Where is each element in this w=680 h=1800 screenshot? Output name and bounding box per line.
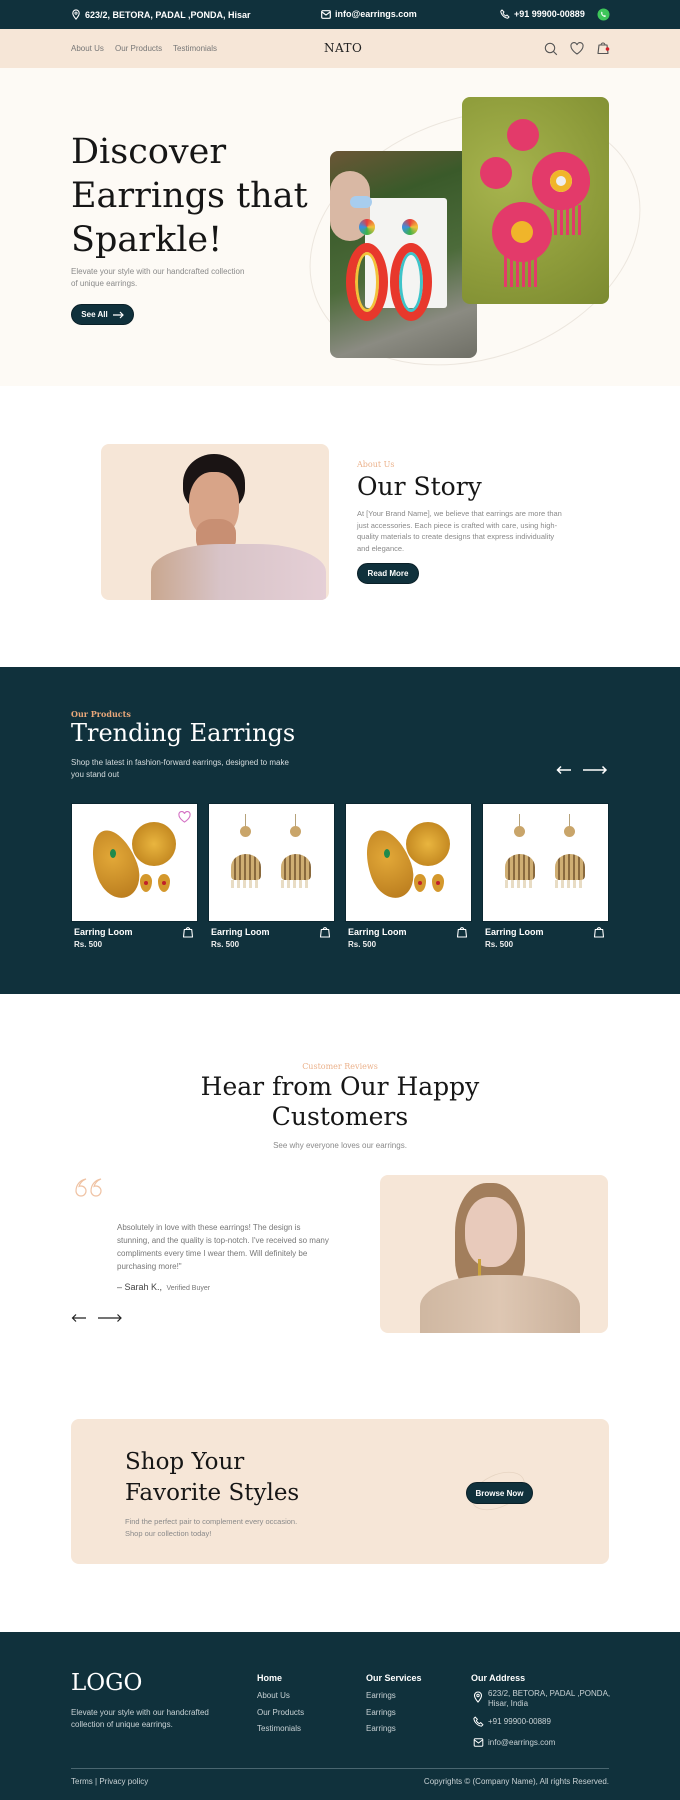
product-card[interactable]: Earring Loom Rs. 500: [482, 803, 609, 949]
cta-banner: Shop Your Favorite Styles Find the perfe…: [71, 1419, 609, 1564]
footer: LOGO Elevate your style with our handcra…: [0, 1632, 680, 1800]
footer-legal-links: Terms | Privacy policy: [71, 1777, 149, 1786]
mail-icon: [321, 9, 331, 19]
products-section: Our Products Trending Earrings Shop the …: [0, 667, 680, 994]
wishlist-heart-icon[interactable]: [178, 811, 191, 823]
reviews-subtitle: See why everyone loves our earrings.: [273, 1141, 407, 1150]
hero-image-beaded-earrings: [330, 151, 477, 358]
carousel-prev-arrow[interactable]: [556, 765, 572, 775]
hero-image-pink-earrings: [462, 97, 609, 304]
product-price: Rs. 500: [211, 940, 240, 949]
browse-now-button[interactable]: Browse Now: [466, 1482, 533, 1504]
heart-icon[interactable]: [570, 42, 584, 55]
add-to-cart-bag-icon[interactable]: [319, 925, 331, 938]
about-eyebrow: About Us: [357, 460, 395, 469]
product-card[interactable]: Earring Loom Rs. 500: [71, 803, 198, 949]
footer-col-home-heading: Home: [257, 1673, 283, 1683]
reviews-eyebrow: Customer Reviews: [302, 1062, 378, 1071]
phone-icon: [473, 1716, 484, 1727]
carousel-next-arrow[interactable]: [582, 765, 608, 775]
topbar-email[interactable]: info@earrings.com: [321, 9, 417, 19]
footer-link-testimonials[interactable]: Testimonials: [257, 1724, 301, 1733]
hero-subtitle: Elevate your style with our handcrafted …: [71, 267, 245, 288]
hero-section: Discover Earrings that Sparkle! Elevate …: [0, 68, 680, 386]
reviews-section: Customer Reviews Hear from Our Happy Cus…: [0, 994, 680, 1414]
nav-link-testimonials[interactable]: Testimonials: [173, 44, 217, 53]
footer-address: 623/2, BETORA, PADAL ,PONDA, Hisar, Indi…: [488, 1689, 611, 1708]
phone-icon: [500, 9, 510, 19]
about-section: About Us Our Story At [Your Brand Name],…: [0, 386, 680, 667]
review-prev-arrow[interactable]: [71, 1313, 87, 1323]
product-name[interactable]: Earring Loom: [74, 927, 133, 937]
product-name[interactable]: Earring Loom: [485, 927, 544, 937]
about-title: Our Story: [357, 472, 482, 501]
add-to-cart-bag-icon[interactable]: [593, 925, 605, 938]
search-icon[interactable]: [544, 42, 558, 56]
nav-link-products[interactable]: Our Products: [115, 44, 162, 53]
product-price: Rs. 500: [348, 940, 377, 949]
whatsapp-icon[interactable]: [597, 8, 610, 23]
product-name[interactable]: Earring Loom: [348, 927, 407, 937]
products-subtitle: Shop the latest in fashion-forward earri…: [71, 758, 289, 779]
hero-title: Discover Earrings that Sparkle!: [71, 132, 308, 260]
top-contact-bar: 623/2, BETORA, PADAL ,PONDA, Hisar info@…: [0, 0, 680, 29]
product-card[interactable]: Earring Loom Rs. 500: [208, 803, 335, 949]
mail-icon: [473, 1738, 484, 1747]
brand-logo[interactable]: NATO: [324, 41, 362, 55]
shopping-bag-icon[interactable]: [596, 40, 610, 55]
products-title: Trending Earrings: [71, 719, 296, 747]
cta-title: Shop Your Favorite Styles: [125, 1449, 300, 1506]
about-body: At [Your Brand Name], we believe that ea…: [357, 509, 562, 553]
product-image[interactable]: [208, 803, 335, 922]
add-to-cart-bag-icon[interactable]: [182, 925, 194, 938]
review-quote: Absolutely in love with these earrings! …: [117, 1223, 329, 1271]
topbar-address: 623/2, BETORA, PADAL ,PONDA, Hisar: [71, 9, 251, 20]
review-author: – Sarah K., Verified Buyer: [117, 1282, 211, 1292]
cart-badge: [605, 47, 610, 51]
product-image[interactable]: [71, 803, 198, 922]
product-name[interactable]: Earring Loom: [211, 927, 270, 937]
main-navigation: About Us Our Products Testimonials NATO: [0, 29, 680, 68]
footer-divider: [71, 1768, 609, 1769]
product-image[interactable]: [345, 803, 472, 922]
quote-mark-icon: [75, 1178, 102, 1197]
add-to-cart-bag-icon[interactable]: [456, 925, 468, 938]
privacy-policy-link[interactable]: Privacy policy: [99, 1777, 148, 1786]
location-pin-icon: [473, 1691, 483, 1703]
footer-col-services-heading: Our Services: [366, 1673, 422, 1683]
product-image[interactable]: [482, 803, 609, 922]
arrow-right-icon: [112, 311, 124, 318]
topbar-phone-text: +91 99900-00889: [514, 9, 585, 19]
product-price: Rs. 500: [74, 940, 103, 949]
cta-body: Find the perfect pair to complement ever…: [125, 1517, 298, 1538]
terms-link[interactable]: Terms: [71, 1777, 93, 1786]
about-image-model: [101, 444, 329, 600]
location-pin-icon: [72, 9, 80, 20]
footer-phone[interactable]: +91 99900-00889: [488, 1717, 551, 1726]
see-all-button[interactable]: See All: [71, 304, 134, 325]
footer-tagline: Elevate your style with our handcrafted …: [71, 1708, 209, 1729]
footer-col-address-heading: Our Address: [471, 1673, 526, 1683]
review-next-arrow[interactable]: [97, 1313, 123, 1323]
topbar-email-text: info@earrings.com: [335, 9, 417, 19]
footer-service-link[interactable]: Earrings: [366, 1708, 396, 1717]
reviews-title: Hear from Our Happy Customers: [200, 1072, 480, 1131]
footer-link-products[interactable]: Our Products: [257, 1708, 304, 1717]
topbar-address-text: 623/2, BETORA, PADAL ,PONDA, Hisar: [85, 9, 251, 20]
product-price: Rs. 500: [485, 940, 514, 949]
copyright: Copyrights © (Company Name), All rights …: [423, 1777, 609, 1786]
footer-email[interactable]: info@earrings.com: [488, 1738, 555, 1747]
footer-service-link[interactable]: Earrings: [366, 1724, 396, 1733]
read-more-button[interactable]: Read More: [357, 563, 419, 584]
footer-logo[interactable]: LOGO: [71, 1670, 142, 1696]
footer-service-link[interactable]: Earrings: [366, 1691, 396, 1700]
product-card[interactable]: Earring Loom Rs. 500: [345, 803, 472, 949]
review-image-model: [380, 1175, 608, 1333]
topbar-phone[interactable]: +91 99900-00889: [500, 9, 585, 19]
footer-link-about[interactable]: About Us: [257, 1691, 290, 1700]
products-eyebrow: Our Products: [71, 709, 131, 719]
nav-link-about[interactable]: About Us: [71, 44, 104, 53]
